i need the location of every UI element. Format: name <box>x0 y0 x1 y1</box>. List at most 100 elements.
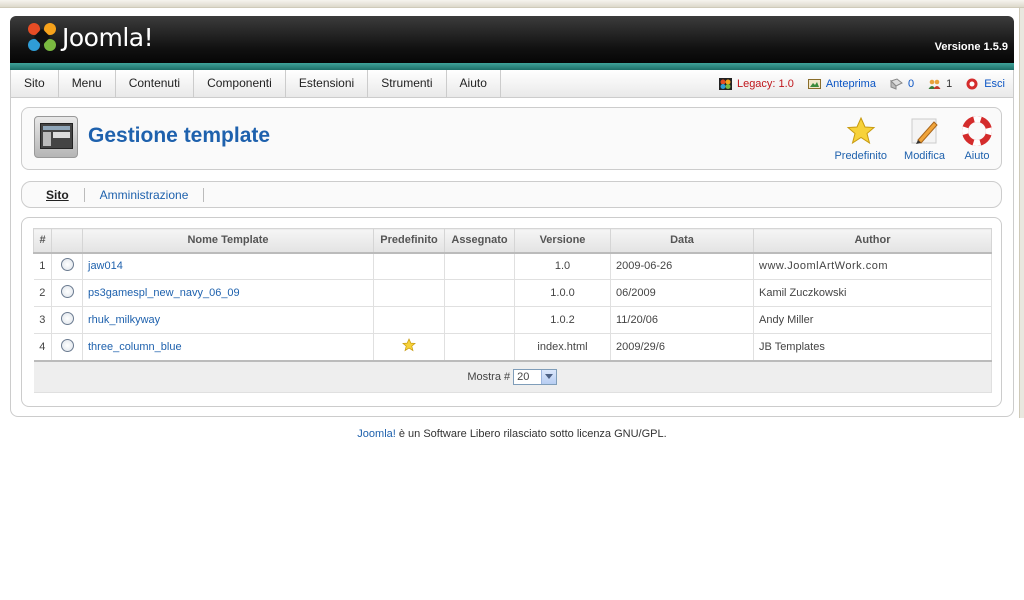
menu-item-strumenti[interactable]: Strumenti <box>368 70 447 97</box>
templates-table: # Nome Template Predefinito Assegnato Ve… <box>33 228 992 393</box>
logout-label: Esci <box>984 77 1005 90</box>
template-manager-icon <box>34 116 78 158</box>
row-default <box>373 279 445 307</box>
row-author: Andy Miller <box>753 306 992 334</box>
preview-link[interactable]: Anteprima <box>807 78 876 90</box>
row-number: 2 <box>33 279 52 307</box>
content-box: # Nome Template Predefinito Assegnato Ve… <box>21 217 1002 407</box>
template-name-link[interactable]: ps3gamespl_new_navy_06_09 <box>88 287 240 299</box>
messages-status[interactable]: 0 <box>890 78 914 90</box>
tab-amministrazione[interactable]: Amministrazione <box>85 188 205 202</box>
display-count-select[interactable]: 20 <box>513 368 558 385</box>
brand-name: Joomla! <box>62 22 154 52</box>
main-menu: Sito Menu Contenuti Componenti Estension… <box>11 70 501 97</box>
row-radio[interactable] <box>60 285 74 298</box>
logout-link[interactable]: Esci <box>966 78 1005 90</box>
default-button-label: Predefinito <box>834 150 888 162</box>
row-author: JB Templates <box>753 333 992 361</box>
table-row: 2 ps3gamespl_new_navy_06_09 1.0.0 06/200… <box>33 279 992 307</box>
users-status[interactable]: 1 <box>928 78 952 90</box>
col-name[interactable]: Nome Template <box>82 228 374 254</box>
row-version: 1.0.0 <box>514 279 611 307</box>
messages-count: 0 <box>907 77 915 90</box>
footer-text: è un Software Libero rilasciato sotto li… <box>395 428 667 440</box>
row-assigned <box>444 333 515 361</box>
chevron-down-icon[interactable] <box>541 369 557 384</box>
legacy-icon <box>718 77 732 90</box>
footer: Joomla! è un Software Libero rilasciato … <box>0 428 1024 440</box>
menu-item-estensioni[interactable]: Estensioni <box>286 70 369 97</box>
row-radio[interactable] <box>60 258 74 272</box>
display-count-value: 20 <box>517 370 530 383</box>
row-default <box>373 252 445 280</box>
template-name-link[interactable]: three_column_blue <box>88 341 182 353</box>
row-author: Kamil Zuczkowski <box>753 279 992 307</box>
tabs-box: Sito Amministrazione <box>21 181 1002 208</box>
legacy-status[interactable]: Legacy: 1.0 <box>718 77 794 90</box>
row-number: 3 <box>33 306 52 334</box>
menu-item-sito[interactable]: Sito <box>11 70 59 97</box>
table-row: 4 three_column_blue index.html 2009/29/6… <box>33 333 992 361</box>
col-select <box>51 228 83 254</box>
joomla-logo: Joomla! <box>26 19 154 55</box>
users-count: 1 <box>946 77 953 90</box>
row-date: 2009/29/6 <box>610 333 754 361</box>
col-author: Author <box>753 228 992 254</box>
template-name-link[interactable]: rhuk_milkyway <box>88 314 160 326</box>
row-number: 4 <box>33 333 52 361</box>
template-name-link[interactable]: jaw014 <box>88 260 123 272</box>
row-assigned <box>444 306 515 334</box>
col-default: Predefinito <box>373 228 445 254</box>
row-author: www.JoomlArtWork.com <box>753 252 992 280</box>
admin-header: Joomla! Versione 1.5.9 <box>10 16 1014 70</box>
preview-icon <box>807 78 821 90</box>
pencil-icon <box>910 116 940 146</box>
header-accent-bar <box>10 63 1014 70</box>
scrollbar-edge[interactable] <box>1019 8 1024 418</box>
row-date: 2009-06-26 <box>610 252 754 280</box>
row-version: 1.0.2 <box>514 306 611 334</box>
table-row: 1 jaw014 1.0 2009-06-26 www.JoomlArtWork… <box>33 252 992 280</box>
row-default <box>373 306 445 334</box>
menu-item-componenti[interactable]: Componenti <box>194 70 286 97</box>
col-assigned: Assegnato <box>444 228 515 254</box>
edit-button-label: Modifica <box>904 150 945 162</box>
row-radio[interactable] <box>60 338 74 352</box>
edit-button[interactable]: Modifica <box>904 116 945 162</box>
row-assigned <box>444 252 515 280</box>
page-title: Gestione template <box>88 124 271 147</box>
row-number: 1 <box>33 252 52 280</box>
table-footer: Mostra # 20 <box>33 359 992 393</box>
col-number: # <box>33 228 52 254</box>
row-radio[interactable] <box>60 312 74 325</box>
default-star-icon <box>402 338 416 355</box>
row-version: 1.0 <box>514 252 611 280</box>
row-version: index.html <box>514 333 611 361</box>
lifebuoy-icon <box>962 116 992 146</box>
toolbar-buttons: Predefinito Modifica Aiuto <box>817 116 992 162</box>
row-date: 11/20/06 <box>610 306 754 334</box>
footer-joomla-link[interactable]: Joomla! <box>357 428 396 440</box>
main-menubar: Sito Menu Contenuti Componenti Estension… <box>10 70 1014 98</box>
logout-icon <box>966 78 979 90</box>
col-version: Versione <box>514 228 611 254</box>
row-date: 06/2009 <box>610 279 754 307</box>
menu-item-aiuto[interactable]: Aiuto <box>447 70 501 97</box>
row-default <box>373 333 445 361</box>
help-button[interactable]: Aiuto <box>962 116 992 162</box>
tab-sito[interactable]: Sito <box>36 188 85 202</box>
users-icon <box>928 78 941 90</box>
toolbar-box: Gestione template Predefinito Modifica A… <box>21 107 1002 170</box>
display-count-label: Mostra # <box>467 370 511 383</box>
joomla-logo-icon <box>26 21 58 53</box>
browser-top-strip <box>0 0 1024 8</box>
help-button-label: Aiuto <box>964 150 990 162</box>
menu-item-contenuti[interactable]: Contenuti <box>116 70 195 97</box>
star-icon <box>846 116 876 146</box>
status-bar: Legacy: 1.0 Anteprima 0 1 Esci <box>705 70 1005 97</box>
messages-icon <box>890 77 903 90</box>
table-row: 3 rhuk_milkyway 1.0.2 11/20/06 Andy Mill… <box>33 306 992 334</box>
default-button[interactable]: Predefinito <box>834 116 887 162</box>
menu-item-menu[interactable]: Menu <box>59 70 116 97</box>
version-label: Versione 1.5.9 <box>934 41 1008 53</box>
